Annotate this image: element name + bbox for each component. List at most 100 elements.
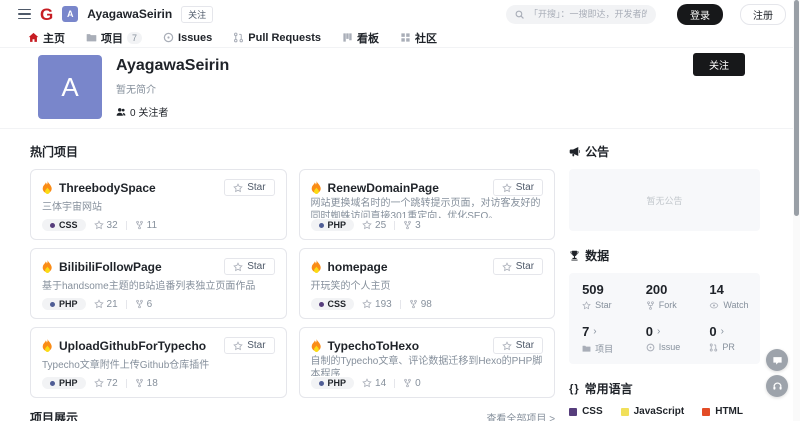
showcase-header: 项目展示 查看全部项目 > (30, 409, 555, 421)
service-float-button[interactable] (766, 375, 788, 397)
language-item[interactable]: HTML (702, 406, 743, 417)
register-button[interactable]: 注册 (740, 4, 786, 25)
stat-stars[interactable]: 509 Star (569, 275, 633, 317)
stat-prs[interactable]: 0› PR (696, 317, 760, 362)
star-count[interactable]: 25 (362, 220, 386, 231)
avatar[interactable]: A (38, 55, 102, 119)
repo-card[interactable]: ThreebodySpace Star 三体宇宙网站 CSS (30, 169, 287, 240)
repo-description: 自制的Typecho文章、评论数据迁移到Hexo的PHP脚本程序 (311, 355, 544, 376)
tab-home[interactable]: 主页 (28, 30, 65, 46)
language-name: PHP (59, 299, 78, 309)
star-button-label: Star (247, 182, 265, 193)
flame-icon (42, 260, 53, 273)
tab-community[interactable]: 社区 (400, 30, 437, 46)
fork-count[interactable]: 98 (409, 299, 432, 310)
watch-eye-icon (709, 301, 719, 310)
header-follow-tag[interactable]: 关注 (181, 6, 213, 23)
folder-icon (86, 32, 97, 43)
mini-avatar[interactable]: A (62, 6, 78, 22)
star-button[interactable]: Star (224, 179, 274, 196)
trophy-icon (569, 250, 580, 261)
scrollbar-track[interactable] (793, 0, 800, 421)
repo-card[interactable]: UploadGithubForTypecho Star Typecho文章附件上… (30, 327, 287, 398)
tab-issues[interactable]: Issues (163, 32, 212, 44)
repo-name[interactable]: ThreebodySpace (59, 181, 156, 195)
stat-forks[interactable]: 200 Fork (633, 275, 697, 317)
flame-icon (311, 260, 322, 273)
fork-count[interactable]: 11 (135, 220, 157, 231)
stat-watch[interactable]: 14 Watch (696, 275, 760, 317)
gitee-logo[interactable]: G (40, 6, 53, 23)
repo-name[interactable]: UploadGithubForTypecho (59, 339, 206, 353)
star-count[interactable]: 193 (362, 299, 392, 310)
repo-card[interactable]: BilibiliFollowPage Star 基于handsome主题的B站追… (30, 248, 287, 319)
repo-card[interactable]: homepage Star 开玩笑的个人主页 CSS (299, 248, 556, 319)
star-icon (502, 341, 512, 351)
repo-name[interactable]: BilibiliFollowPage (59, 260, 162, 274)
view-all-projects-link[interactable]: 查看全部项目 > (486, 410, 555, 421)
star-count[interactable]: 32 (94, 220, 118, 231)
divider (126, 300, 127, 309)
star-button[interactable]: Star (493, 179, 543, 196)
star-count-icon (362, 299, 372, 309)
stat-issues[interactable]: 0› Issue (633, 317, 697, 362)
language-dot (50, 223, 55, 228)
star-count[interactable]: 21 (94, 299, 118, 310)
search-input[interactable] (529, 9, 647, 19)
stats-box: 509 Star 200 Fork 14 Watch 7› 项目 0› Is (569, 273, 760, 364)
language-item[interactable]: CSS (569, 406, 603, 417)
repo-card[interactable]: TypechoToHexo Star 自制的Typecho文章、评论数据迁移到H… (299, 327, 556, 398)
language-dot (50, 302, 55, 307)
chevron-right-icon: › (657, 326, 660, 337)
star-button[interactable]: Star (493, 258, 543, 275)
fork-count-icon (135, 299, 144, 309)
star-button[interactable]: Star (493, 337, 543, 354)
community-icon (400, 32, 411, 43)
flame-icon (42, 181, 53, 194)
star-button[interactable]: Star (224, 258, 274, 275)
fork-count[interactable]: 3 (403, 220, 421, 231)
language-label: CSS (582, 406, 603, 417)
tab-pull-requests[interactable]: Pull Requests (233, 32, 321, 44)
fork-count[interactable]: 0 (403, 378, 421, 389)
repo-description: Typecho文章附件上传Github仓库插件 (42, 359, 275, 372)
fork-stat-icon (646, 301, 655, 310)
follow-button[interactable]: 关注 (693, 53, 745, 76)
repo-description: 三体宇宙网站 (42, 201, 275, 214)
star-count-icon (362, 220, 372, 230)
left-column: 热门项目 ThreebodySpace Star 三体宇宙网站 (30, 143, 555, 421)
showcase-title: 项目展示 (30, 409, 78, 421)
language-badge: PHP (42, 377, 86, 389)
fork-count[interactable]: 6 (135, 299, 153, 310)
star-count[interactable]: 14 (362, 378, 386, 389)
language-badge: CSS (42, 219, 86, 231)
scrollbar-thumb[interactable] (794, 0, 799, 216)
login-button[interactable]: 登录 (677, 4, 723, 25)
header-username[interactable]: AyagawaSeirin (87, 7, 172, 21)
language-dot (319, 381, 324, 386)
followers-row[interactable]: 0 关注者 (116, 104, 229, 119)
pull-request-icon (233, 32, 244, 43)
language-name: PHP (328, 378, 347, 388)
repo-name[interactable]: TypechoToHexo (328, 339, 420, 353)
fork-count[interactable]: 18 (135, 378, 158, 389)
stat-projects[interactable]: 7› 项目 (569, 317, 633, 362)
repo-card-footer: PHP 14 0 (311, 377, 544, 389)
star-button[interactable]: Star (224, 337, 274, 354)
hamburger-menu-icon[interactable] (18, 9, 31, 20)
flame-icon (311, 181, 322, 194)
star-count[interactable]: 72 (94, 378, 118, 389)
language-item[interactable]: JavaScript (621, 406, 685, 417)
star-stat-icon (582, 301, 591, 310)
headset-icon (772, 381, 783, 392)
repo-card[interactable]: RenewDomainPage Star 网站更换域名时的一个跳转提示页面，对访… (299, 169, 556, 240)
repo-name[interactable]: RenewDomainPage (328, 181, 439, 195)
tab-kanban[interactable]: 看板 (342, 30, 379, 46)
search-box[interactable] (506, 5, 656, 24)
fork-count-icon (403, 378, 412, 388)
feedback-float-button[interactable] (766, 349, 788, 371)
language-color-swatch (702, 408, 710, 416)
tab-projects[interactable]: 项目 7 (86, 30, 142, 46)
profile-info: AyagawaSeirin 暂无简介 0 关注者 (116, 55, 229, 119)
repo-name[interactable]: homepage (328, 260, 388, 274)
